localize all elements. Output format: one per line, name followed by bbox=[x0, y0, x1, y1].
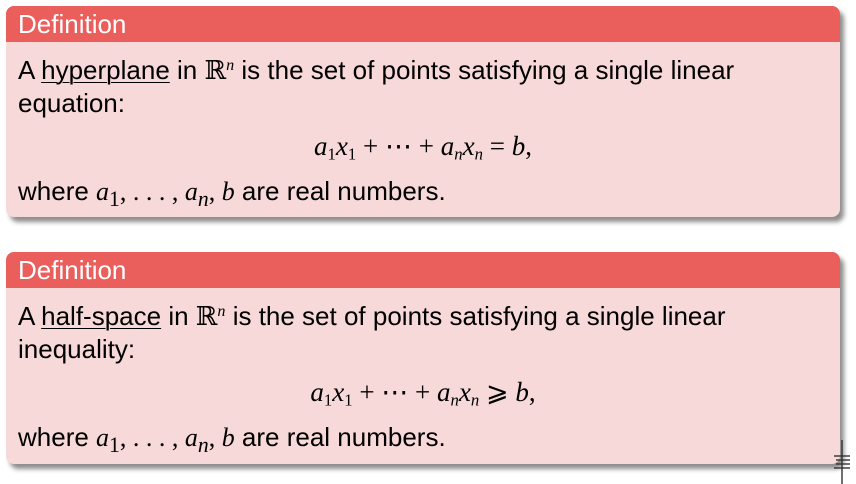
math-var: a bbox=[440, 131, 455, 161]
math-var: a bbox=[314, 131, 328, 161]
space-exponent: n bbox=[226, 57, 235, 75]
math-sub: n bbox=[197, 187, 209, 212]
math-relation: ⩾ bbox=[479, 377, 516, 407]
math-var: b bbox=[511, 131, 526, 161]
real-space-symbol: ℝ bbox=[204, 56, 227, 86]
math-sub: 1 bbox=[327, 144, 336, 164]
math-sub: n bbox=[197, 433, 209, 458]
math-sub: 1 bbox=[347, 144, 357, 164]
math-ellipsis: , . . . , bbox=[119, 423, 185, 452]
math-punct: , bbox=[525, 131, 532, 161]
math-sub: n bbox=[450, 390, 459, 410]
block-body: A half-space in ℝn is the set of points … bbox=[6, 288, 840, 461]
math-ellipsis: , . . . , bbox=[119, 177, 185, 206]
math-punct: , bbox=[208, 423, 222, 452]
math-var: a bbox=[184, 423, 198, 452]
math-sub: 1 bbox=[109, 187, 120, 212]
math-var: x bbox=[332, 377, 345, 407]
text-fragment: in bbox=[161, 301, 196, 331]
definition-block-half-space: Definition A half-space in ℝn is the set… bbox=[6, 252, 840, 464]
math-sub: 1 bbox=[344, 390, 353, 410]
text-fragment: A bbox=[18, 55, 42, 85]
text-fragment: where bbox=[18, 422, 97, 452]
math-var: x bbox=[458, 377, 471, 407]
math-sub: n bbox=[474, 144, 483, 164]
real-space-symbol: ℝ bbox=[195, 302, 218, 332]
block-body: A hyperplane in ℝn is the set of points … bbox=[6, 42, 840, 215]
math-sub: n bbox=[454, 144, 463, 164]
definition-text: A half-space in ℝn is the set of points … bbox=[18, 300, 824, 365]
definition-block-hyperplane: Definition A hyperplane in ℝn is the set… bbox=[6, 6, 840, 217]
where-clause: where a1, . . . , an, b are real numbers… bbox=[18, 421, 828, 461]
math-var: a bbox=[96, 423, 110, 452]
math-var: a bbox=[437, 377, 451, 407]
definition-text: A hyperplane in ℝn is the set of points … bbox=[18, 54, 824, 119]
text-fragment: A bbox=[18, 301, 42, 331]
math-punct: , bbox=[208, 177, 222, 206]
text-fragment: where bbox=[18, 176, 97, 206]
display-inequality: a1x1 + ⋯ + anxn ⩾ b, bbox=[18, 375, 828, 409]
block-title: Definition bbox=[6, 6, 840, 42]
display-equation: a1x1 + ⋯ + anxn = b, bbox=[18, 129, 828, 163]
math-op: + ⋯ + bbox=[356, 131, 441, 161]
math-sub: 1 bbox=[323, 390, 333, 410]
math-var: b bbox=[515, 377, 529, 407]
math-var: b bbox=[221, 177, 235, 206]
term-hyperplane: hyperplane bbox=[41, 55, 170, 85]
math-sub: 1 bbox=[109, 433, 120, 458]
navigation-symbol-icon bbox=[834, 440, 850, 484]
text-fragment: in bbox=[169, 55, 205, 85]
math-var: x bbox=[462, 131, 475, 161]
text-fragment: are real numbers. bbox=[234, 176, 446, 206]
math-relation: = bbox=[482, 131, 512, 161]
math-var: x bbox=[335, 131, 348, 161]
math-var: b bbox=[221, 423, 235, 452]
text-fragment: are real numbers. bbox=[234, 422, 446, 452]
math-op: + ⋯ + bbox=[352, 377, 438, 407]
math-punct: , bbox=[528, 377, 536, 407]
math-var: a bbox=[310, 377, 324, 407]
math-var: a bbox=[96, 177, 110, 206]
term-half-space: half-space bbox=[41, 301, 162, 331]
block-title: Definition bbox=[6, 252, 840, 288]
where-clause: where a1, . . . , an, b are real numbers… bbox=[18, 175, 828, 215]
math-var: a bbox=[184, 177, 198, 206]
